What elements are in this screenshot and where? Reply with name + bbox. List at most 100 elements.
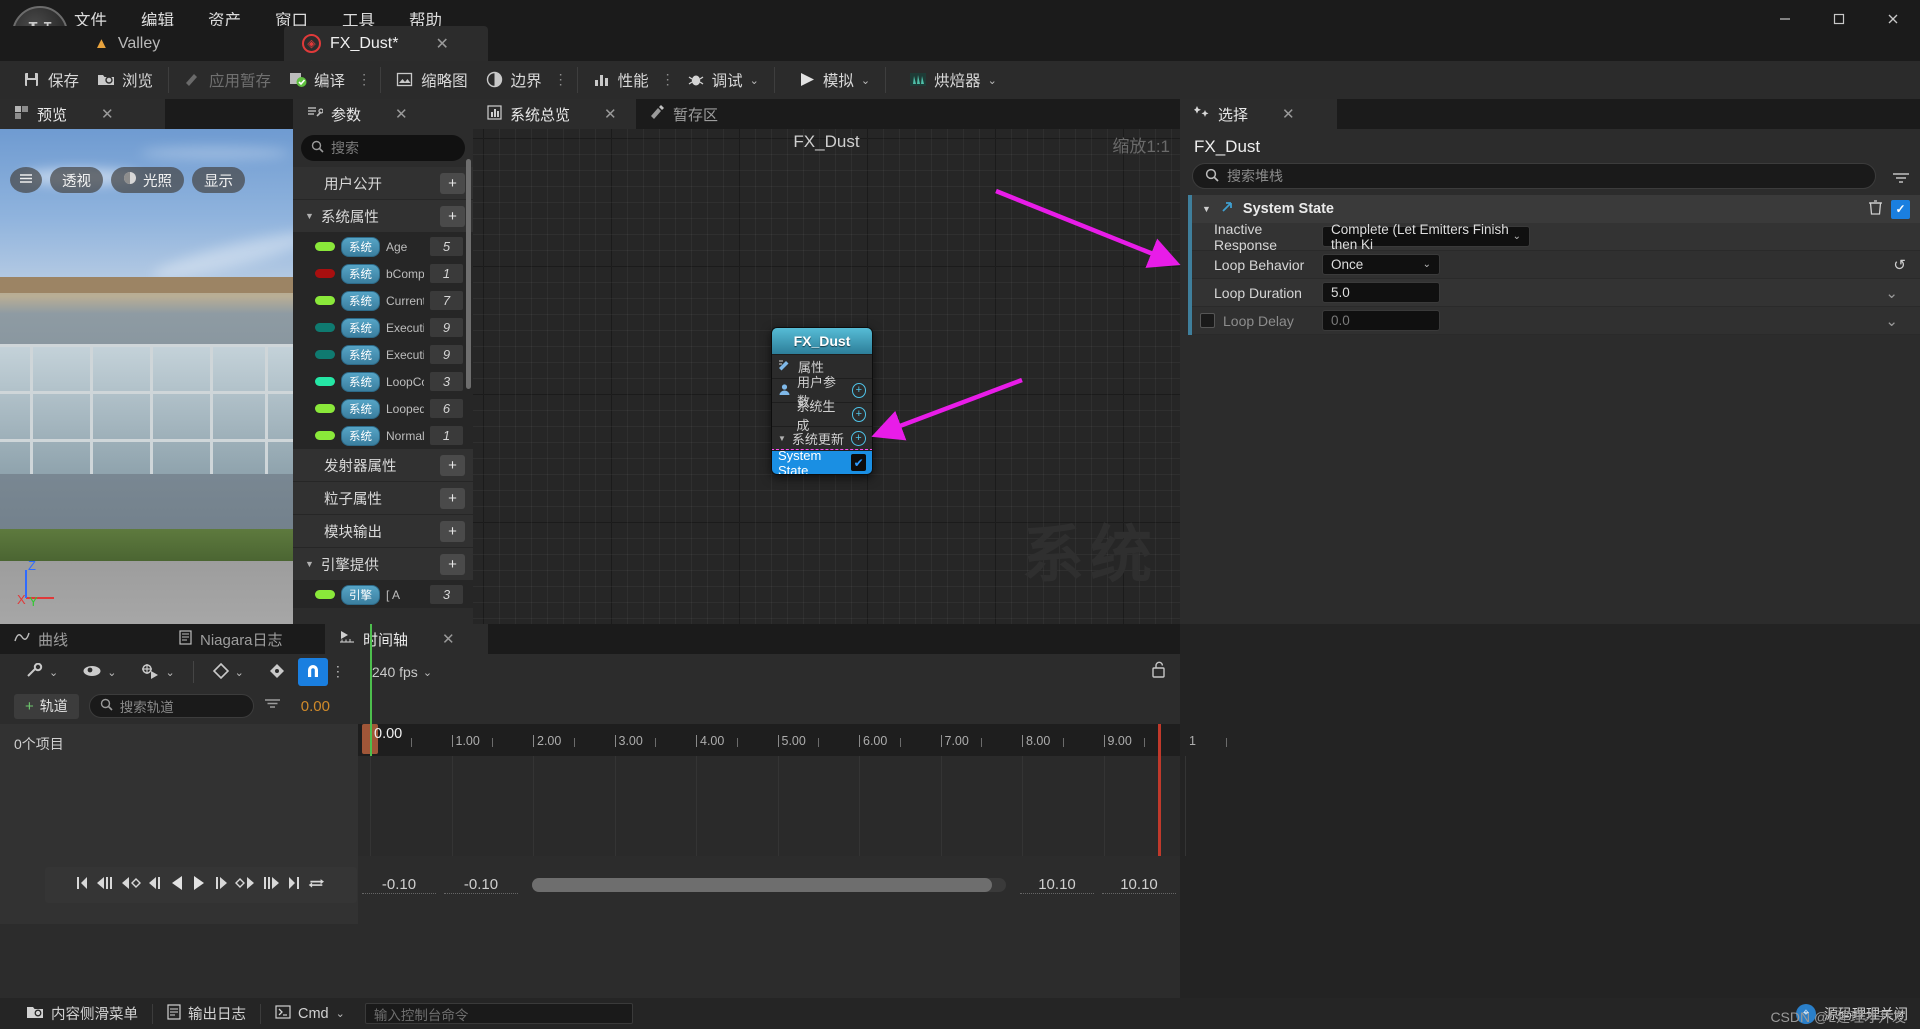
property-row[interactable]: Loop Duration 5.0 ⌄ — [1192, 279, 1920, 307]
timeline-track-area[interactable] — [358, 756, 1186, 856]
property-dropdown[interactable]: Complete (Let Emitters Finish then Ki ⌄ — [1322, 222, 1530, 252]
add-icon[interactable]: + — [851, 383, 866, 398]
property-row[interactable]: Loop Behavior Once ⌄ ↺ — [1192, 251, 1920, 279]
apply-scratch-button[interactable]: 应用暂存 — [175, 65, 280, 95]
viewport-menu-button[interactable] — [10, 167, 42, 193]
timeline-scrollbar[interactable] — [532, 878, 1006, 892]
chevron-down-icon[interactable]: ⌄ — [1885, 312, 1898, 330]
close-icon[interactable]: ✕ — [101, 105, 114, 123]
chevron-down-icon[interactable]: ⌄ — [1885, 284, 1898, 302]
parameters-scrollbar[interactable] — [466, 159, 471, 389]
module-enabled-checkbox[interactable]: ✓ — [1891, 199, 1910, 219]
snap-toggle-button[interactable] — [297, 658, 328, 686]
graph-canvas[interactable]: FX_Dust 缩放1:1 系统 FX_Dust 属性 用户参数 + 系统生成 … — [473, 129, 1180, 624]
param-category-user-exposed[interactable]: 用户公开 + — [293, 167, 473, 200]
tab-preview[interactable]: 预览 ✕ — [0, 99, 165, 129]
property-row[interactable]: Loop Delay 0.0 ⌄ — [1192, 307, 1920, 335]
tab-niagara-log[interactable]: Niagara日志 — [165, 624, 325, 654]
bounds-button[interactable]: 边界 — [477, 65, 551, 95]
close-icon[interactable]: ✕ — [442, 630, 455, 648]
chevron-down-icon[interactable]: ▼ — [305, 559, 314, 569]
lighting-button[interactable]: 光照 — [111, 167, 184, 193]
parameter-row[interactable]: 系统 Age 5 — [293, 233, 473, 260]
tab-parameters[interactable]: 参数 ✕ — [293, 99, 473, 129]
range-view-end-value[interactable]: 10.10 — [1020, 876, 1094, 894]
close-icon[interactable]: ✕ — [395, 105, 408, 123]
param-category-module-outputs[interactable]: 模块输出 + — [293, 515, 473, 548]
loop-button[interactable] — [307, 874, 327, 897]
perspective-button[interactable]: 透视 — [50, 167, 103, 193]
previous-key-button[interactable] — [121, 874, 141, 897]
thumbnail-button[interactable]: 缩略图 — [387, 65, 477, 95]
range-view-start-value[interactable]: -0.10 — [444, 876, 518, 894]
snap-options-button[interactable]: ⋮ — [328, 664, 348, 678]
module-enabled-checkbox[interactable]: ✔ — [851, 454, 866, 471]
parameter-row[interactable]: 系统 bCompleted 1 — [293, 260, 473, 287]
scrollbar-thumb[interactable] — [532, 878, 992, 892]
property-row[interactable]: Inactive Response Complete (Let Emitters … — [1192, 221, 1920, 253]
jump-to-end-button[interactable] — [287, 874, 301, 897]
parameter-reference-count[interactable]: 3 — [430, 585, 463, 604]
param-category-engine-provided[interactable]: ▼ 引擎提供 + — [293, 548, 473, 581]
add-track-button[interactable]: + 轨道 — [14, 693, 79, 719]
parameter-reference-count[interactable]: 7 — [430, 291, 463, 310]
stack-search-input[interactable]: 搜索堆栈 — [1192, 163, 1876, 189]
output-log-button[interactable]: 输出日志 — [153, 998, 260, 1029]
track-filter-icon[interactable] — [264, 697, 281, 715]
close-icon[interactable]: ✕ — [1282, 105, 1295, 123]
current-time-value[interactable]: 0.00 — [301, 698, 330, 715]
performance-options-button[interactable]: ⋮ — [658, 72, 678, 86]
param-category-emitter-attributes[interactable]: 发射器属性 + — [293, 449, 473, 482]
tab-timeline[interactable]: 时间轴 ✕ — [325, 624, 488, 654]
viewport-canvas[interactable]: 透视 光照 显示 X Y Z — [0, 129, 293, 624]
parameter-reference-count[interactable]: 5 — [430, 237, 463, 256]
node-row-system-spawn[interactable]: 系统生成 + — [772, 399, 872, 433]
range-start-value[interactable]: -0.10 — [362, 876, 436, 894]
tab-selection[interactable]: 选择 ✕ — [1180, 99, 1337, 129]
trash-icon[interactable] — [1868, 199, 1883, 219]
timeline-settings-button[interactable]: ⌄ — [14, 657, 70, 687]
fps-selector[interactable]: 240 fps ⌄ — [360, 657, 444, 687]
parameter-reference-count[interactable]: 9 — [430, 345, 463, 364]
property-value-input[interactable]: 5.0 — [1322, 282, 1440, 303]
parameter-row[interactable]: 系统 LoopedAge 6 — [293, 395, 473, 422]
parameter-reference-count[interactable]: 1 — [430, 426, 463, 445]
parameter-reference-count[interactable]: 3 — [430, 372, 463, 391]
parameter-row[interactable]: 引擎 [ A 3 — [293, 581, 473, 608]
previous-section-button[interactable] — [95, 874, 115, 897]
parameter-reference-count[interactable]: 1 — [430, 264, 463, 283]
add-key-button[interactable] — [256, 657, 298, 687]
chevron-down-icon[interactable]: ▼ — [778, 434, 786, 443]
add-parameter-button[interactable]: + — [440, 553, 465, 575]
chevron-down-icon[interactable]: ▼ — [1202, 204, 1211, 214]
add-icon[interactable]: + — [851, 407, 866, 422]
stack-group-header[interactable]: ▼ System State ✓ — [1192, 195, 1920, 223]
parameter-search-input[interactable]: 搜索 — [301, 135, 465, 161]
tab-scratch-pad[interactable]: 暂存区 — [636, 99, 733, 129]
parameter-reference-count[interactable]: 6 — [430, 399, 463, 418]
key-interpolation-button[interactable]: ⌄ — [200, 657, 256, 687]
close-icon[interactable]: ✕ — [604, 105, 617, 123]
timeline-view-options-button[interactable]: ⌄ — [70, 657, 128, 687]
property-dropdown[interactable]: Once ⌄ — [1322, 254, 1440, 275]
compile-button[interactable]: 编译 — [280, 65, 354, 95]
debug-button[interactable]: 调试 ⌄ — [678, 65, 768, 95]
parameter-row[interactable]: 系统 ExecutionStateSource 9 — [293, 341, 473, 368]
property-override-checkbox[interactable] — [1200, 313, 1215, 328]
next-key-button[interactable] — [235, 874, 255, 897]
performance-button[interactable]: 性能 — [584, 65, 658, 95]
node-row-system-state[interactable]: System State ✔ — [772, 448, 872, 474]
baker-button[interactable]: 烘焙器 ⌄ — [900, 65, 1006, 95]
system-node[interactable]: FX_Dust 属性 用户参数 + 系统生成 + ▼ 系统更新 + System… — [771, 327, 873, 475]
parameter-reference-count[interactable]: 9 — [430, 318, 463, 337]
asset-tab-valley[interactable]: ▲ Valley — [76, 26, 284, 61]
add-parameter-button[interactable]: + — [440, 172, 465, 194]
parameter-row[interactable]: 系统 CurrentLoopDelay 7 — [293, 287, 473, 314]
next-section-button[interactable] — [261, 874, 281, 897]
track-search-input[interactable]: 搜索轨道 — [88, 694, 254, 718]
compile-options-button[interactable]: ⋮ — [354, 72, 374, 86]
play-reverse-button[interactable] — [169, 874, 185, 897]
content-drawer-button[interactable]: 内容侧滑菜单 — [12, 998, 152, 1029]
property-value-input[interactable]: 0.0 — [1322, 310, 1440, 331]
parameter-row[interactable]: 系统 NormalizedLoopAge 1 — [293, 422, 473, 449]
